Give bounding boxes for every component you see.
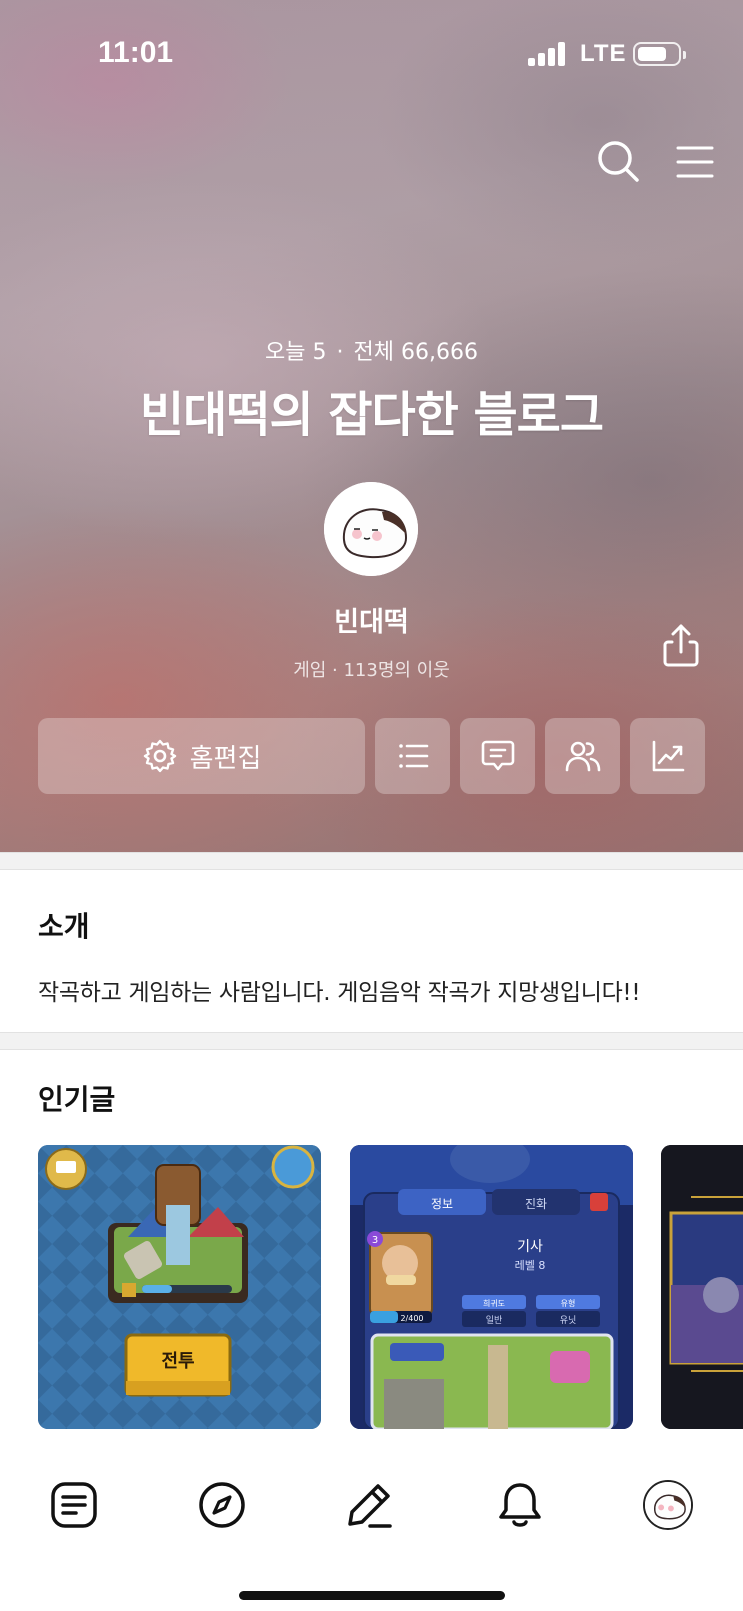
guestbook-button[interactable] <box>460 718 535 794</box>
today-count: 오늘 5 <box>265 340 327 365</box>
rarity-label-text: 희귀도 <box>483 1298 505 1308</box>
home-edit-button[interactable]: 홈편집 <box>38 718 365 794</box>
home-indicator <box>239 1591 505 1600</box>
post-thumbnail: 전투 <box>38 1145 321 1429</box>
blog-cover: 11:01 LTE 오늘 5 · 전체 66,666 빈대떡의 잡다한 블로그 <box>0 0 743 852</box>
status-time: 11:01 <box>98 36 174 69</box>
neighbors-icon <box>565 741 600 772</box>
intro-text: 작곡하고 게임하는 사람입니다. 게임음악 작곡가 지망생입니다!! <box>38 980 641 1006</box>
tab-notifications[interactable] <box>492 1477 548 1533</box>
popular-post-card-1[interactable]: 전투 <box>38 1145 321 1429</box>
share-icon <box>663 624 699 667</box>
category-list-button[interactable] <box>375 718 450 794</box>
unit-level-text: 레벨 8 <box>515 1259 546 1272</box>
type-value-text: 유닛 <box>560 1315 577 1326</box>
menu-button[interactable] <box>672 138 720 186</box>
profile-name: 빈대떡 <box>334 607 409 638</box>
status-bar: 11:01 LTE <box>0 0 743 110</box>
tab-write[interactable] <box>341 1477 397 1533</box>
tab-feed[interactable] <box>46 1477 102 1533</box>
count-separator: · <box>336 340 344 365</box>
bottom-tab-bar <box>0 1455 743 1611</box>
search-icon <box>598 141 639 182</box>
signal-icon <box>528 42 568 66</box>
my-blog-avatar <box>643 1480 693 1530</box>
section-divider <box>0 852 743 870</box>
battle-button-text: 전투 <box>161 1351 194 1372</box>
profile-avatar[interactable] <box>324 482 418 576</box>
stats-icon <box>652 740 684 772</box>
feed-icon <box>51 1482 97 1528</box>
post-thumbnail <box>661 1145 743 1429</box>
popular-heading: 인기글 <box>38 1083 116 1116</box>
write-icon <box>348 1484 392 1528</box>
settings-icon <box>143 739 176 773</box>
mochi-character-icon <box>324 482 418 576</box>
list-icon <box>398 744 428 768</box>
menu-icon <box>676 146 714 178</box>
explore-icon <box>199 1482 245 1528</box>
section-divider <box>0 1032 743 1050</box>
share-button[interactable] <box>660 622 702 670</box>
visit-count: 오늘 5 · 전체 66,666 <box>0 334 743 366</box>
progress-text: 2/400 <box>400 1314 423 1323</box>
info-tab-text: 정보 <box>431 1197 453 1211</box>
search-button[interactable] <box>595 138 643 186</box>
battery-icon <box>633 42 686 66</box>
tab-my-blog[interactable] <box>640 1477 696 1533</box>
unit-name-text: 기사 <box>517 1239 543 1255</box>
evolve-tab-text: 진화 <box>525 1197 547 1211</box>
popular-post-card-3[interactable] <box>661 1145 743 1429</box>
popular-posts-carousel[interactable]: 전투 정보 진화 3 2/400 기사 레벨 8 희귀도 일반 유형 유닛 <box>0 1145 743 1445</box>
network-type: LTE <box>580 40 627 67</box>
profile-meta: 게임 · 113명의 이웃 <box>293 660 450 681</box>
blog-title: 빈대떡의 잡다한 블로그 <box>139 387 604 443</box>
type-label-text: 유형 <box>561 1299 576 1308</box>
notification-icon <box>499 1483 541 1527</box>
home-edit-label: 홈편집 <box>189 743 262 774</box>
intro-heading: 소개 <box>38 910 90 943</box>
comment-icon <box>481 740 514 771</box>
tab-explore[interactable] <box>194 1477 250 1533</box>
mochi-character-icon <box>645 1482 691 1528</box>
total-count: 전체 66,666 <box>353 340 478 365</box>
level-badge-text: 3 <box>372 1235 378 1246</box>
stats-button[interactable] <box>630 718 705 794</box>
popular-post-card-2[interactable]: 정보 진화 3 2/400 기사 레벨 8 희귀도 일반 유형 유닛 <box>350 1145 633 1429</box>
rarity-value-text: 일반 <box>486 1315 503 1326</box>
post-thumbnail: 정보 진화 3 2/400 기사 레벨 8 희귀도 일반 유형 유닛 <box>350 1145 633 1429</box>
neighbors-button[interactable] <box>545 718 620 794</box>
